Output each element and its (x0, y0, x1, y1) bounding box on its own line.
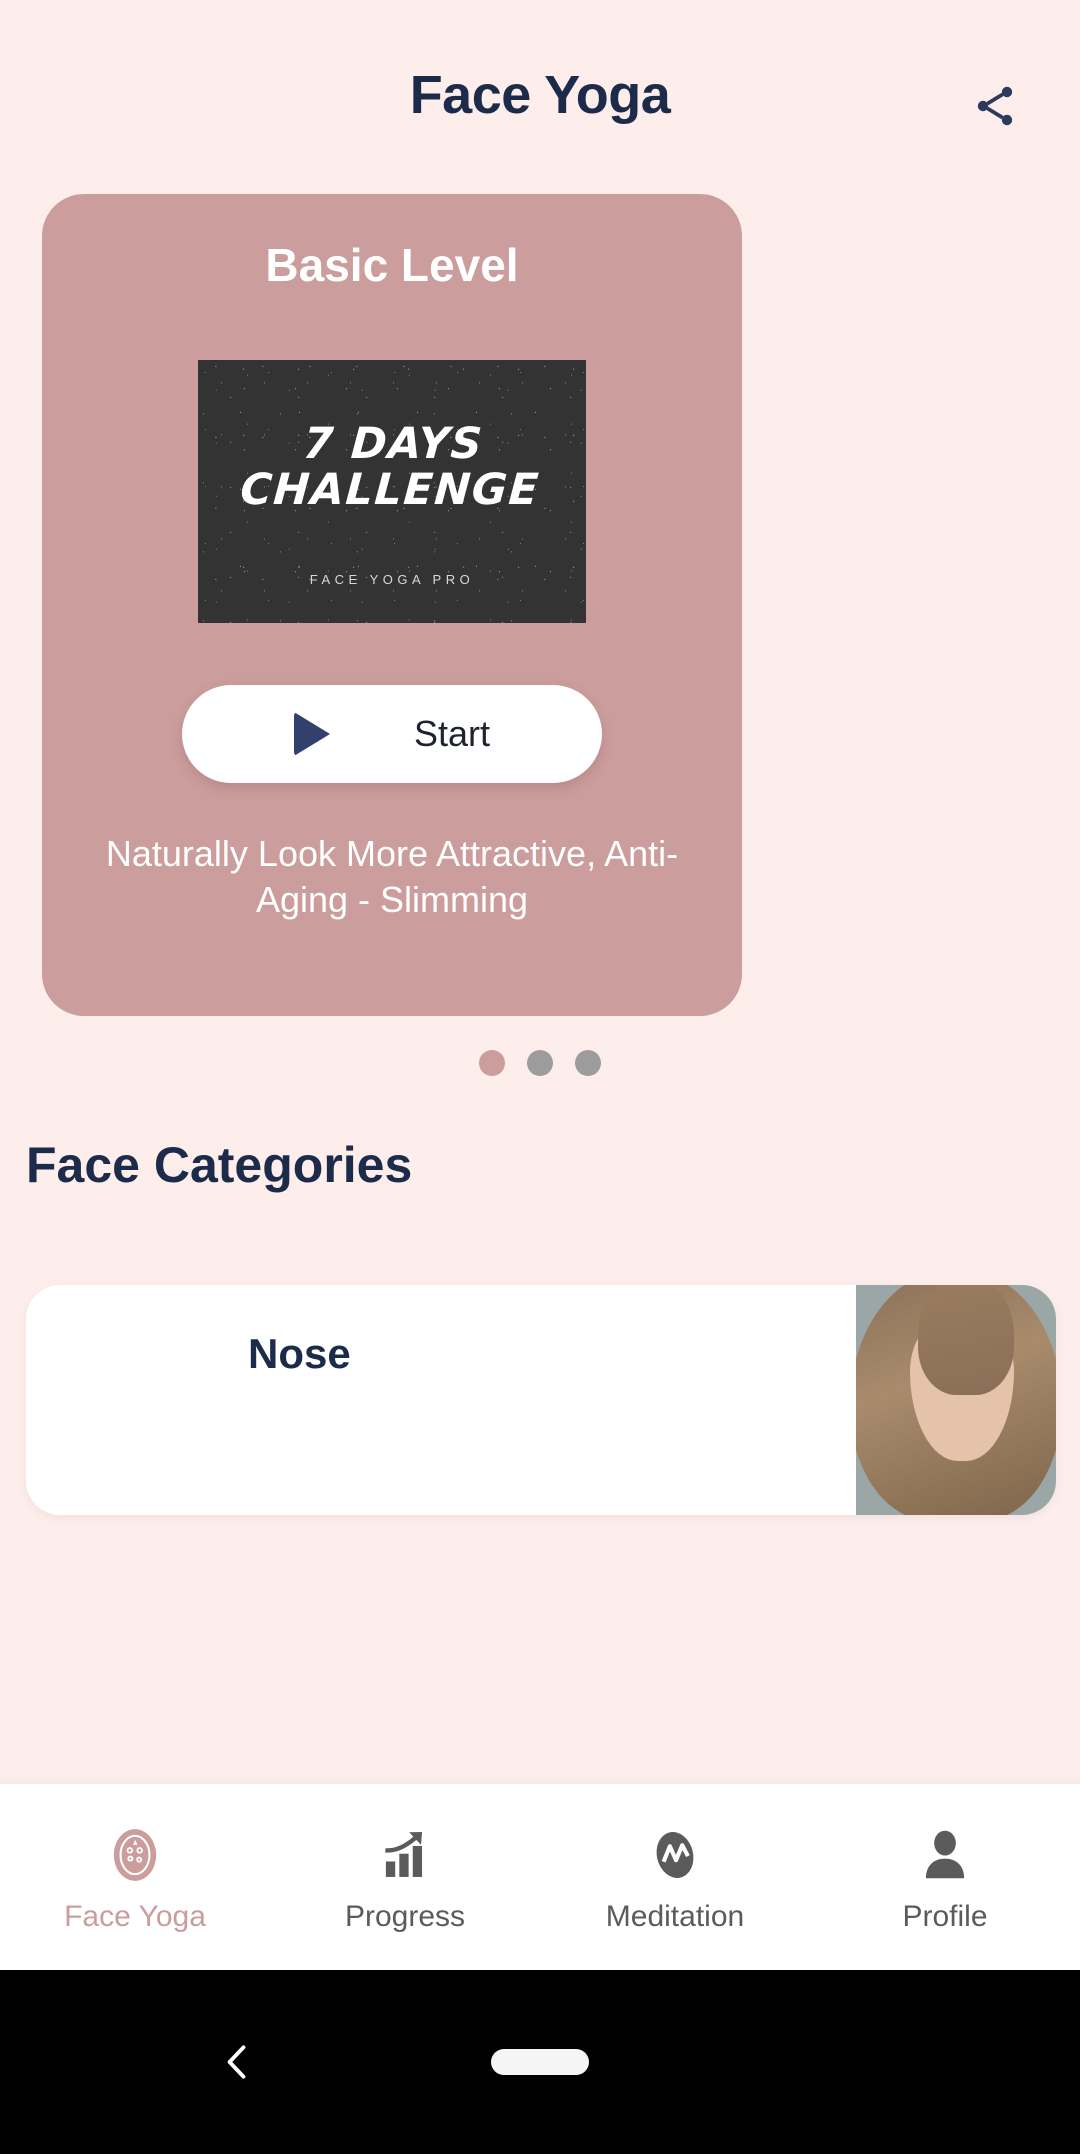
category-photo (856, 1285, 1056, 1515)
face-categories-title: Face Categories (26, 1137, 413, 1193)
start-button[interactable]: Start (182, 685, 602, 783)
carousel-dot[interactable] (575, 1050, 601, 1076)
bar-chart-icon (372, 1822, 438, 1888)
challenge-thumbnail: 7 DAYS CHALLENGE FACE YOGA PRO (198, 360, 586, 623)
meditation-icon (642, 1822, 708, 1888)
hair-part-shape (918, 1285, 1014, 1395)
nav-label: Meditation (605, 1900, 745, 1933)
start-button-label: Start (413, 713, 491, 754)
category-card-nose[interactable]: Nose (26, 1285, 1056, 1515)
nav-item-meditation[interactable]: Meditation (540, 1784, 810, 1970)
nav-item-profile[interactable]: Profile (810, 1784, 1080, 1970)
hero-card[interactable]: Basic Level 7 DAYS CHALLENGE FACE YOGA P… (42, 194, 742, 1016)
challenge-title-line1: 7 DAYS (301, 419, 486, 470)
back-chevron-icon (227, 2045, 246, 2079)
hero-level-title: Basic Level (265, 239, 519, 291)
hero-description: Naturally Look More Attractive, Anti-Agi… (105, 833, 679, 921)
category-name: Nose (248, 1330, 351, 1377)
nav-item-face-yoga[interactable]: Face Yoga (0, 1784, 270, 1970)
nav-item-progress[interactable]: Progress (270, 1784, 540, 1970)
carousel-dot[interactable] (479, 1050, 505, 1076)
person-icon (912, 1822, 978, 1888)
page-title: Face Yoga (409, 65, 671, 125)
nav-label: Profile (902, 1900, 988, 1933)
bottom-navigation: Face Yoga Progress Meditation Profile (0, 1784, 1080, 1970)
home-pill-icon[interactable] (491, 2049, 589, 2075)
nav-label: Progress (344, 1900, 466, 1933)
challenge-title-line2: CHALLENGE (239, 465, 542, 515)
carousel-dot[interactable] (527, 1050, 553, 1076)
face-yoga-icon (102, 1822, 168, 1888)
share-button[interactable] (958, 69, 1032, 143)
share-icon (977, 86, 1013, 126)
challenge-title: 7 DAYS CHALLENGE (239, 419, 545, 515)
carousel-dots (0, 1050, 1080, 1076)
nav-label: Face Yoga (64, 1900, 206, 1933)
play-icon (293, 712, 330, 756)
app-header: Face Yoga (0, 0, 1080, 190)
android-system-bar (0, 1970, 1080, 2154)
app-screen: Face Yoga Basic Level 7 DAYS CHALLENGE F… (0, 0, 1080, 2154)
challenge-brand: FACE YOGA PRO (309, 571, 475, 587)
back-button[interactable] (210, 2034, 266, 2090)
